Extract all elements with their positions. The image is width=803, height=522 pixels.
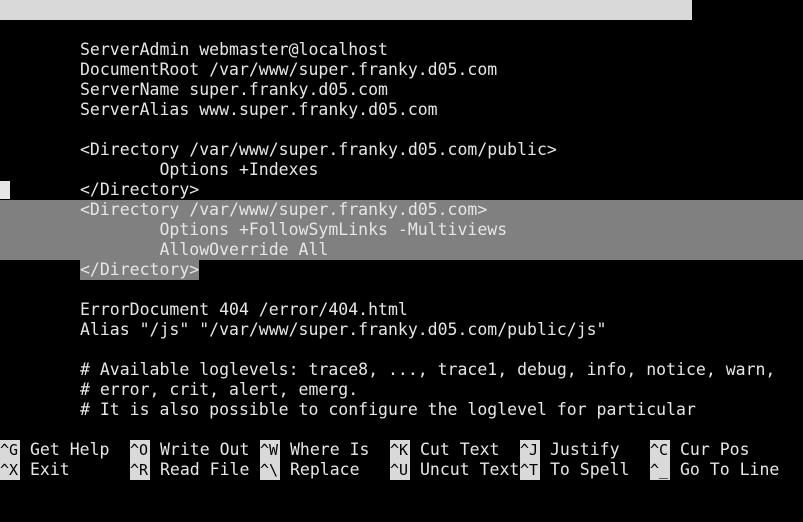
editor-line[interactable]: # It is also possible to configure the l… [0,400,803,420]
shortcut-key[interactable]: ^U [390,460,410,480]
shortcut-label: Read File [160,460,250,479]
shortcut-key[interactable]: ^C [650,440,670,460]
shortcut-label: Where Is [290,440,370,459]
shortcut-key[interactable]: ^G [0,440,20,460]
shortcut-row: ^G Get Help ^O Write Out ^W Where Is ^K … [0,440,803,460]
shortcut-row: ^X Exit ^R Read File ^\ Replace ^U Uncut… [0,460,803,480]
editor-line[interactable]: # error, crit, alert, emerg. [0,380,803,400]
shortcut-key[interactable]: ^K [390,440,410,460]
editor-line[interactable]: # Available loglevels: trace8, ..., trac… [0,360,803,380]
shortcut-key[interactable]: ^_ [650,460,670,480]
editor-line[interactable]: ServerName super.franky.d05.com [0,80,803,100]
shortcut-key[interactable]: ^R [130,460,150,480]
editor-line[interactable]: Alias "/js" "/var/www/super.franky.d05.c… [0,320,803,340]
text-cursor [0,181,10,199]
app-version: GNU nano 2.5.3 [3,20,143,39]
selected-line[interactable]: AllowOverride All [0,240,803,260]
shortcut-key[interactable]: ^W [260,440,280,460]
editor-line[interactable]: Options +Indexes [0,160,803,180]
shortcut-key[interactable]: ^X [0,460,20,480]
shortcut-label: Get Help [30,440,110,459]
editor-area[interactable]: ServerAdmin webmaster@localhost Document… [0,40,803,420]
shortcut-label: Exit [30,460,70,479]
editor-line[interactable]: ServerAdmin webmaster@localhost [0,40,803,60]
selected-line[interactable]: <Directory /var/www/super.franky.d05.com… [0,200,803,220]
editor-line[interactable]: <Directory /var/www/super.franky.d05.com… [0,140,803,160]
shortcut-label: Write Out [160,440,250,459]
shortcut-bar: ^G Get Help ^O Write Out ^W Where Is ^K … [0,440,803,480]
title-bar: GNU nano 2.5.3 File: ...2/sites-availabl… [0,0,692,59]
editor-line[interactable]: DocumentRoot /var/www/super.franky.d05.c… [0,60,803,80]
editor-line[interactable] [0,280,803,300]
shortcut-label: To Spell [550,460,630,479]
shortcut-key[interactable]: ^J [520,440,540,460]
shortcut-label: Cut Text [420,440,500,459]
shortcut-label: Replace [290,460,360,479]
editor-line[interactable] [0,120,803,140]
shortcut-label: Uncut Text [420,460,520,479]
editor-line[interactable]: ServerAlias www.super.franky.d05.com [0,100,803,120]
editor-line[interactable] [0,340,803,360]
shortcut-key[interactable]: ^\ [260,460,280,480]
selected-line[interactable]: Options +FollowSymLinks -Multiviews [0,220,803,240]
editor-line[interactable]: ErrorDocument 404 /error/404.html [0,300,803,320]
shortcut-label: Cur Pos [680,440,750,459]
shortcut-key[interactable]: ^O [130,440,150,460]
shortcut-label: Justify [550,440,620,459]
shortcut-label: Go To Line [680,460,780,479]
shortcut-key[interactable]: ^T [520,460,540,480]
editor-line[interactable]: </Directory> [0,180,803,200]
selected-line[interactable]: </Directory> [0,260,803,280]
